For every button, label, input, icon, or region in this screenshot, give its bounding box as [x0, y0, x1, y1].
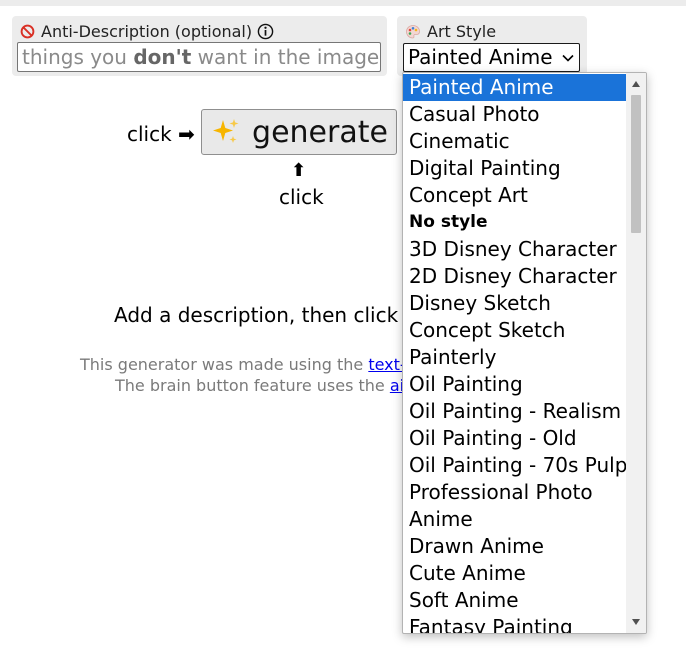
dropdown-option[interactable]: Concept Art	[403, 182, 626, 209]
click-hint-under: click	[279, 185, 324, 209]
scroll-down-arrow-icon[interactable]	[626, 613, 646, 631]
option-list: Painted Anime Casual Photo Cinematic Digita…	[403, 74, 627, 633]
anti-description-panel: Anti-Description (optional) things you d…	[12, 16, 387, 76]
placeholder-pre: things you	[22, 45, 134, 69]
arrow-up-icon: ⬆	[291, 160, 307, 181]
dropdown-group-label: No style	[409, 212, 488, 232]
dropdown-option[interactable]: Cinematic	[403, 128, 626, 155]
prohibited-icon	[20, 24, 35, 39]
credit-line-2: The brain button feature uses the ai-t	[115, 376, 416, 395]
art-style-panel: Art Style Painted Anime	[397, 16, 587, 76]
art-style-selected-value: Painted Anime	[408, 45, 553, 69]
placeholder-bold: don't	[133, 45, 192, 69]
placeholder-post: want in the image	[191, 45, 380, 69]
palette-icon	[405, 24, 421, 40]
dropdown-option[interactable]: Oil Painting	[403, 371, 626, 398]
dropdown-option[interactable]: Cute Anime	[403, 560, 626, 587]
dropdown-option[interactable]: Concept Sketch	[403, 317, 626, 344]
credit-line-1-text: This generator was made using the	[80, 355, 369, 374]
credit-line-2-text: The brain button feature uses the	[115, 376, 390, 395]
art-style-label: Art Style	[427, 22, 497, 41]
dropdown-option[interactable]: Professional Photo	[403, 479, 626, 506]
top-strip	[0, 0, 686, 6]
dropdown-option[interactable]: Oil Painting - Old	[403, 425, 626, 452]
arrow-right-icon: ➡	[178, 122, 195, 146]
click-hint-left: click ➡	[127, 122, 195, 146]
art-style-label-row: Art Style	[405, 22, 496, 41]
dropdown-option[interactable]: Disney Sketch	[403, 290, 626, 317]
scrollbar-thumb[interactable]	[631, 95, 641, 233]
dropdown-option[interactable]: Digital Painting	[403, 155, 626, 182]
dropdown-option[interactable]: Fantasy Painting	[403, 614, 626, 633]
scroll-up-arrow-icon[interactable]	[626, 75, 646, 93]
info-icon[interactable]	[257, 23, 274, 40]
anti-description-input[interactable]: things you don't want in the image	[17, 42, 381, 72]
dropdown-option[interactable]: Soft Anime	[403, 587, 626, 614]
click-hint-left-text: click	[127, 122, 172, 146]
dropdown-option[interactable]: 3D Disney Character	[403, 236, 626, 263]
dropdown-scrollbar[interactable]	[626, 73, 646, 633]
chevron-down-icon	[561, 44, 575, 71]
generate-button-label: generate	[252, 114, 388, 150]
art-style-select[interactable]: Painted Anime	[403, 43, 580, 72]
dropdown-option[interactable]: Painted Anime	[403, 74, 626, 101]
anti-description-label: Anti-Description (optional)	[41, 22, 253, 41]
generate-button[interactable]: generate	[201, 109, 397, 155]
dropdown-option[interactable]: Casual Photo	[403, 101, 626, 128]
dropdown-option[interactable]: Painterly	[403, 344, 626, 371]
dropdown-option[interactable]: Drawn Anime	[403, 533, 626, 560]
anti-description-label-row: Anti-Description (optional)	[20, 22, 274, 41]
dropdown-option[interactable]: Anime	[403, 506, 626, 533]
dropdown-option[interactable]: 2D Disney Character	[403, 263, 626, 290]
art-style-dropdown-list[interactable]: Painted Anime Casual Photo Cinematic Digita…	[402, 72, 647, 634]
instruction-pre: Add a description, then click	[114, 303, 405, 327]
credit-line-1: This generator was made using the text-t…	[80, 355, 422, 374]
sparkles-icon	[210, 116, 242, 148]
instruction-text: Add a description, then click g	[114, 303, 419, 327]
dropdown-option[interactable]: Oil Painting - Realism	[403, 398, 626, 425]
dropdown-option[interactable]: Oil Painting - 70s Pulp	[403, 452, 627, 479]
